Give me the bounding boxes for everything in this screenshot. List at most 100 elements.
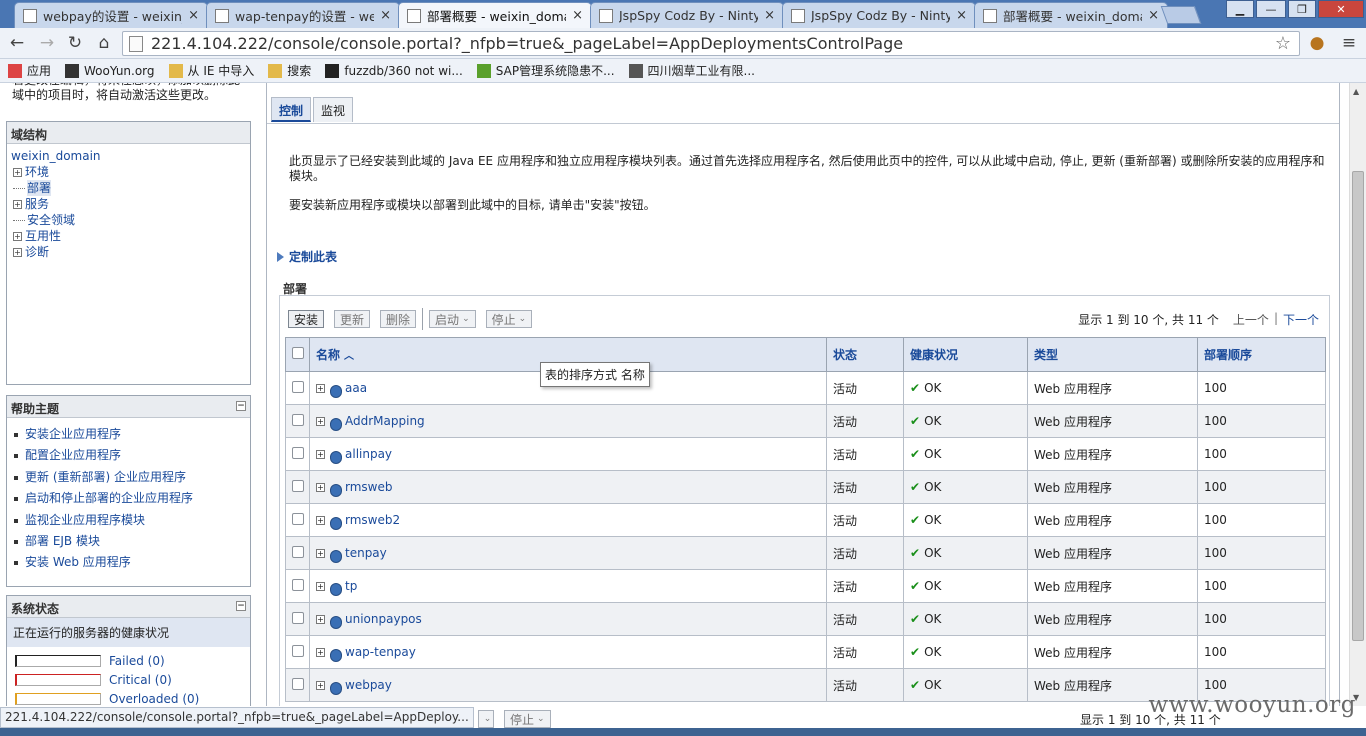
tree-item-link[interactable]: 互用性 xyxy=(25,228,61,244)
back-icon[interactable]: ← xyxy=(6,32,28,54)
row-checkbox[interactable] xyxy=(292,578,304,591)
pager-next[interactable]: 下一个 xyxy=(1283,311,1319,328)
application-link[interactable]: AddrMapping xyxy=(345,414,425,428)
application-link[interactable]: tp xyxy=(345,579,357,593)
start-dropdown-bottom[interactable]: ⌄ xyxy=(478,710,494,728)
column-header-type[interactable]: 类型 xyxy=(1027,337,1198,372)
row-checkbox[interactable] xyxy=(292,380,304,393)
row-checkbox[interactable] xyxy=(292,677,304,690)
tree-node[interactable]: 安全领域 xyxy=(11,212,246,228)
row-checkbox[interactable] xyxy=(292,512,304,525)
browser-tab[interactable]: webpay的设置 - weixin_ × xyxy=(14,2,208,28)
expand-icon[interactable]: + xyxy=(316,614,325,624)
new-tab-button[interactable] xyxy=(1160,6,1202,24)
browser-tab[interactable]: JspSpy Codz By - Ninty × xyxy=(782,2,976,28)
application-link[interactable]: rmsweb xyxy=(345,480,392,494)
domain-root-link[interactable]: weixin_domain xyxy=(11,148,101,164)
menu-icon[interactable]: ≡ xyxy=(1338,32,1360,54)
row-checkbox[interactable] xyxy=(292,479,304,492)
help-topic-link[interactable]: 安装企业应用程序 xyxy=(11,424,244,445)
help-topic-link[interactable]: 配置企业应用程序 xyxy=(11,445,244,466)
close-window-button[interactable]: ✕ xyxy=(1318,0,1364,18)
expand-icon[interactable]: + xyxy=(316,449,325,459)
browser-tab[interactable]: 部署概要 - weixin_domai × xyxy=(398,2,592,28)
expand-icon[interactable]: + xyxy=(316,482,325,492)
tree-item-link[interactable]: 服务 xyxy=(25,196,49,212)
column-header-state[interactable]: 状态 xyxy=(826,337,904,372)
tab-control[interactable]: 控制 xyxy=(271,97,312,122)
bookmark-item[interactable]: 从 IE 中导入 xyxy=(168,62,254,79)
help-topic-link[interactable]: 安装 Web 应用程序 xyxy=(11,552,244,573)
help-topic-link[interactable]: 部署 EJB 模块 xyxy=(11,531,244,552)
row-checkbox[interactable] xyxy=(292,611,304,624)
bookmark-item[interactable]: 搜索 xyxy=(268,62,311,79)
row-checkbox[interactable] xyxy=(292,644,304,657)
tree-node[interactable]: + 互用性 xyxy=(11,228,246,244)
bookmark-item[interactable]: fuzzdb/360 not wi... xyxy=(325,63,463,78)
tree-node[interactable]: + 环境 xyxy=(11,164,246,180)
help-topic-link[interactable]: 启动和停止部署的企业应用程序 xyxy=(11,488,244,509)
vertical-scrollbar[interactable]: ▲ ▼ xyxy=(1349,83,1366,706)
stop-dropdown-bottom[interactable]: 停止 ⌄ xyxy=(504,710,551,728)
expand-icon[interactable]: + xyxy=(316,548,325,558)
expand-icon[interactable]: + xyxy=(316,383,325,393)
column-header-health[interactable]: 健康状况 xyxy=(903,337,1028,372)
tree-item-link[interactable]: 环境 xyxy=(25,164,49,180)
close-icon[interactable]: × xyxy=(1148,8,1159,23)
column-header-order[interactable]: 部署顺序 xyxy=(1197,337,1326,372)
install-button[interactable]: 安装 xyxy=(288,310,325,328)
browser-tab[interactable]: 部署概要 - weixin_domai × xyxy=(974,2,1168,28)
expand-icon[interactable]: + xyxy=(13,167,22,177)
bookmark-star-icon[interactable]: ☆ xyxy=(1275,33,1291,54)
health-link[interactable]: Failed (0) xyxy=(109,654,165,668)
application-link[interactable]: rmsweb2 xyxy=(345,513,400,527)
expand-icon[interactable]: + xyxy=(316,647,325,657)
start-dropdown[interactable]: 启动 ⌄ xyxy=(429,310,476,328)
expand-icon[interactable]: + xyxy=(13,231,22,241)
tree-item-link[interactable]: 部署 xyxy=(27,180,52,196)
row-checkbox[interactable] xyxy=(292,413,304,426)
health-link[interactable]: Critical (0) xyxy=(109,673,172,687)
close-icon[interactable]: × xyxy=(764,8,775,23)
extension-cookie-icon[interactable]: ● xyxy=(1306,32,1328,54)
update-button[interactable]: 更新 xyxy=(334,310,371,328)
close-icon[interactable]: × xyxy=(188,8,199,23)
application-link[interactable]: allinpay xyxy=(345,447,392,461)
expand-icon[interactable]: + xyxy=(316,416,325,426)
row-checkbox[interactable] xyxy=(292,446,304,459)
expand-icon[interactable]: + xyxy=(316,515,325,525)
application-link[interactable]: webpay xyxy=(345,678,392,692)
expand-icon[interactable]: + xyxy=(316,581,325,591)
help-topic-link[interactable]: 更新 (重新部署) 企业应用程序 xyxy=(11,467,244,488)
tree-item-link[interactable]: 安全领域 xyxy=(27,212,75,228)
application-link[interactable]: tenpay xyxy=(345,546,387,560)
close-icon[interactable]: × xyxy=(956,8,967,23)
scroll-up-icon[interactable]: ▲ xyxy=(1353,87,1359,96)
scrollbar-thumb[interactable] xyxy=(1352,171,1364,641)
minimize-button[interactable]: ▁ xyxy=(1226,0,1254,18)
forward-icon[interactable]: → xyxy=(36,32,58,54)
tree-node[interactable]: 部署 xyxy=(11,180,246,196)
user-button[interactable]: — xyxy=(1256,0,1286,18)
bookmark-item[interactable]: 应用 xyxy=(8,62,51,79)
health-link[interactable]: Overloaded (0) xyxy=(109,692,199,706)
tree-node[interactable]: + 诊断 xyxy=(11,244,246,260)
tree-node[interactable]: + 服务 xyxy=(11,196,246,212)
browser-tab[interactable]: JspSpy Codz By - Ninty × xyxy=(590,2,784,28)
address-bar[interactable]: 221.4.104.222/console/console.portal?_nf… xyxy=(122,31,1300,56)
maximize-button[interactable]: ❐ xyxy=(1288,0,1316,18)
stop-dropdown[interactable]: 停止 ⌄ xyxy=(485,310,533,328)
close-icon[interactable]: × xyxy=(572,8,583,23)
reload-icon[interactable]: ↻ xyxy=(64,32,86,54)
expand-icon[interactable]: + xyxy=(316,680,325,690)
collapse-icon[interactable]: − xyxy=(236,601,246,611)
browser-tab[interactable]: wap-tenpay的设置 - wei × xyxy=(206,2,400,28)
bookmark-item[interactable]: SAP管理系统隐患不... xyxy=(476,62,615,79)
bookmark-item[interactable]: 四川烟草工业有限... xyxy=(628,62,755,79)
application-link[interactable]: aaa xyxy=(345,381,367,395)
help-topic-link[interactable]: 监视企业应用程序模块 xyxy=(11,510,244,531)
application-link[interactable]: wap-tenpay xyxy=(345,645,416,659)
tab-monitoring[interactable]: 监视 xyxy=(313,97,354,122)
expand-icon[interactable]: + xyxy=(13,247,22,257)
select-all-checkbox[interactable] xyxy=(292,347,304,359)
